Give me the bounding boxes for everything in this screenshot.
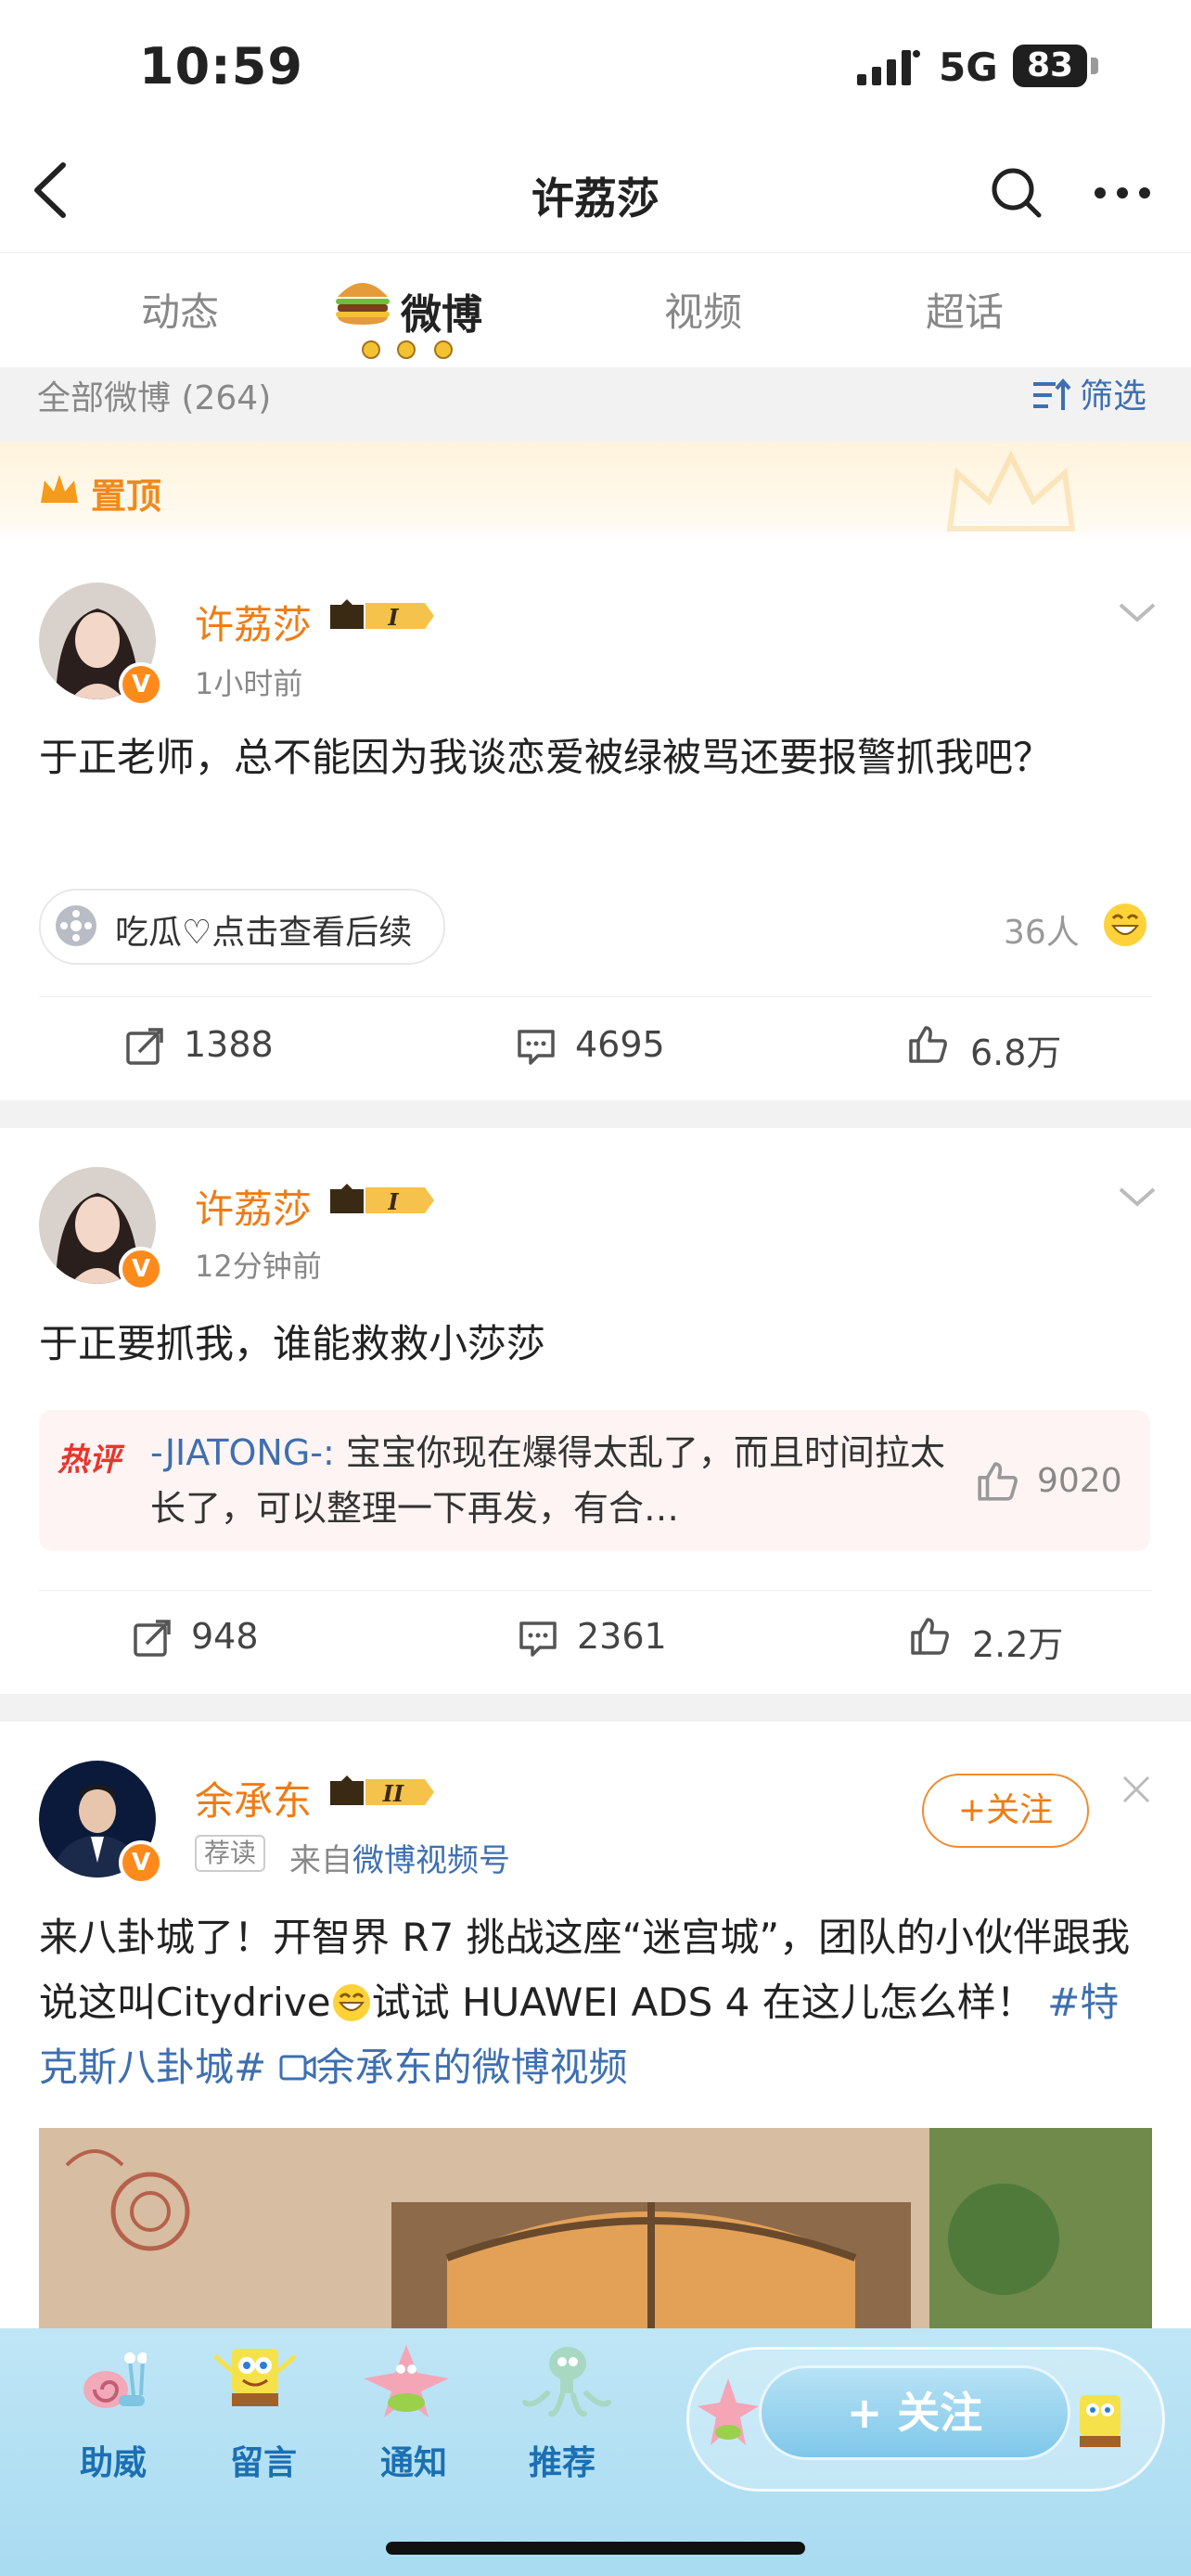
like-count[interactable]: 6.8万 [970,1024,1061,1075]
verified-badge-icon: V [119,1840,163,1885]
like-icon[interactable] [909,1616,950,1657]
battery-tip [1091,58,1098,74]
post-content: 于正要抓我，谁能救救小莎莎 [39,1321,546,1366]
big-follow-button[interactable]: + 关注 [759,2365,1070,2460]
filter-button[interactable]: 筛选 [1080,369,1146,417]
source-link[interactable]: 微博视频号 [352,1842,510,1879]
topic-tag-label: 吃瓜♡点击查看后续 [115,914,413,952]
repost-count[interactable]: 1388 [184,1024,274,1065]
member-rank-icon: I [330,1184,434,1215]
like-icon[interactable] [907,1024,948,1065]
coins-icon [362,340,453,359]
snail-icon [83,2352,147,2408]
search-icon[interactable] [989,165,1044,221]
like-icon[interactable] [976,1460,1018,1503]
pinned-label: 置顶 [91,476,162,517]
member-rank-icon: II [330,1775,434,1807]
verified-badge-icon: V [119,1247,163,1291]
squidward-icon [522,2347,611,2417]
tab-dynamics[interactable]: 动态 [141,281,219,338]
profile-tabs: 动态 微博 视频 超话 [0,252,1191,368]
author-name[interactable]: 余承东 [195,1770,312,1826]
battery-indicator: 83 [1013,45,1087,87]
tab-video[interactable]: 视频 [664,281,742,338]
grin-emoji-icon [332,1984,370,2021]
hot-comment-text: -JIATONG-: 宝宝你现在爆得太乱了，而且时间拉太长了，可以整理一下再发，… [150,1425,948,1536]
svg-text:I: I [387,1188,399,1215]
post-time: 12分钟前 [195,1249,322,1284]
svg-text:II: II [382,1780,404,1807]
recommended-tag: 荐读 [195,1835,266,1872]
comment-icon[interactable] [516,1026,557,1067]
verified-badge-icon: V [119,662,163,707]
like-count[interactable]: 2.2万 [972,1616,1063,1667]
post-separator [0,1694,1191,1722]
video-link[interactable]: 余承东的微博视频 [316,2044,628,2090]
chevron-down-icon[interactable] [1117,1184,1158,1210]
close-icon[interactable] [1121,1774,1152,1805]
signal-icon [857,50,920,85]
comment-count[interactable]: 2361 [577,1616,667,1657]
comment-icon[interactable] [518,1618,558,1659]
comment-count[interactable]: 4695 [575,1024,665,1065]
spongebob-icon [1080,2395,1121,2447]
author-name[interactable]: 许荔莎 [195,594,312,650]
hot-comment-tag: 热评 [58,1442,121,1479]
divider [39,996,1152,997]
repost-icon[interactable] [124,1026,165,1067]
post-separator [0,1100,1191,1128]
nav-notice[interactable]: 通知 [380,2436,447,2484]
network-label: 5G [939,45,998,90]
post-count-label: 全部微博 (264) [37,379,272,417]
source-prefix: 来自 [289,1842,352,1879]
post-content-text-2: 试试 HUAWEI ADS 4 在这儿怎么样！ [371,1980,1035,2025]
status-time: 10:59 [139,37,303,96]
tab-super-topic[interactable]: 超话 [926,281,1004,338]
repost-count[interactable]: 948 [191,1616,259,1657]
patrick-icon [698,2378,759,2445]
nav-message[interactable]: 留言 [230,2436,297,2484]
crown-watermark-icon [946,450,1076,532]
filter-icon[interactable] [1031,377,1072,414]
divider [39,1590,1152,1591]
post-time: 1小时前 [195,666,303,701]
video-link-icon [279,2055,316,2081]
follow-button[interactable]: +关注 [922,1774,1089,1848]
grin-emoji-icon [1104,904,1146,946]
melon-icon [56,905,96,946]
svg-text:I: I [387,604,399,631]
spongebob-icon [213,2349,297,2406]
hot-comment-user[interactable]: -JIATONG-: [150,1432,335,1473]
crown-icon [41,475,78,503]
post-source: 来自微博视频号 [289,1835,510,1880]
repost-icon[interactable] [132,1618,173,1659]
burger-icon [336,283,390,325]
video-thumbnail[interactable] [39,2128,1152,2341]
home-indicator [386,2542,805,2555]
author-name[interactable]: 许荔莎 [195,1178,312,1235]
post-content: 来八卦城了！开智界 R7 挑战这座“迷宫城”，团队的小伙伴跟我说这叫Citydr… [39,1905,1152,2100]
post-content: 于正老师，总不能因为我谈恋爱被绿被骂还要报警抓我吧？ [39,735,1053,780]
more-icon[interactable] [1093,182,1152,204]
people-count: 36人 [1004,914,1080,952]
member-rank-icon: I [330,599,434,631]
tab-weibo[interactable]: 微博 [401,281,482,340]
chevron-down-icon[interactable] [1117,599,1158,625]
hot-comment-like-count[interactable]: 9020 [1037,1462,1122,1500]
patrick-icon [364,2345,449,2417]
nav-cheer[interactable]: 助威 [80,2436,147,2484]
nav-recommend[interactable]: 推荐 [529,2436,596,2484]
